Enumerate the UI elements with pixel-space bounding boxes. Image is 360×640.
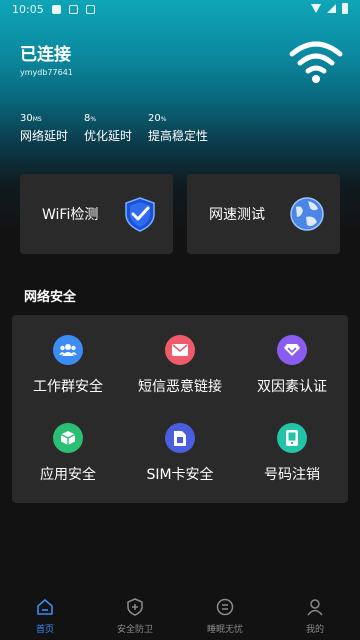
item-label: 应用安全 bbox=[40, 467, 96, 483]
speed-test-card[interactable]: 网速测试 bbox=[187, 174, 340, 254]
wifi-check-card[interactable]: WiFi检测 bbox=[20, 174, 173, 254]
stat-label: 网络延时 bbox=[20, 129, 69, 143]
work-group-security-item[interactable]: 工作群安全 bbox=[12, 335, 124, 396]
item-label: 工作群安全 bbox=[33, 379, 103, 395]
speed-test-label: 网速测试 bbox=[209, 207, 265, 223]
status-time: 10:05 bbox=[12, 2, 44, 16]
stats-row: 30MS 网络延时 8% 优化延时 20% 提高稳定性 bbox=[20, 106, 208, 144]
tab-home[interactable]: 首页 bbox=[0, 590, 90, 640]
stat-value: 30 bbox=[20, 113, 33, 124]
wifi-status-icon bbox=[311, 4, 321, 13]
stat-value: 20 bbox=[148, 113, 161, 124]
globe-icon bbox=[290, 197, 324, 231]
tab-label: 我的 bbox=[305, 625, 324, 635]
tab-sleep[interactable]: 睡眠无忧 bbox=[180, 590, 270, 640]
sim-security-item[interactable]: SIM卡安全 bbox=[124, 423, 236, 484]
app-notification-icon bbox=[51, 4, 61, 14]
connection-status: 已连接 bbox=[20, 45, 71, 65]
connection-user: ymydb77641 bbox=[20, 68, 73, 77]
bottom-tab-bar: 首页 安全防卫 睡眠无忧 我的 bbox=[0, 590, 360, 640]
stat-unit: % bbox=[160, 116, 167, 123]
shield-plus-icon bbox=[127, 598, 143, 616]
item-label: 短信恶意链接 bbox=[138, 379, 222, 395]
item-label: 号码注销 bbox=[264, 467, 320, 483]
home-icon bbox=[37, 599, 53, 615]
tab-security[interactable]: 安全防卫 bbox=[90, 590, 180, 640]
wifi-icon bbox=[289, 41, 343, 83]
two-factor-auth-item[interactable]: 双因素认证 bbox=[236, 335, 348, 396]
status-bar: 10:05 bbox=[0, 0, 360, 18]
phone-icon bbox=[277, 423, 307, 453]
stat-latency: 30MS 网络延时 bbox=[20, 106, 68, 144]
stat-optimize: 8% 优化延时 bbox=[84, 106, 132, 144]
cube-icon bbox=[53, 423, 83, 453]
stat-stability: 20% 提高稳定性 bbox=[148, 106, 208, 144]
sim-icon bbox=[165, 423, 195, 453]
stat-label: 优化延时 bbox=[84, 129, 133, 143]
stat-unit: MS bbox=[32, 116, 42, 123]
shield-check-icon bbox=[125, 197, 155, 232]
diamond-icon bbox=[277, 335, 307, 365]
notification-icon bbox=[68, 4, 78, 14]
number-cancel-item[interactable]: 号码注销 bbox=[236, 423, 348, 484]
group-icon bbox=[53, 335, 83, 365]
mail-icon bbox=[165, 335, 195, 365]
user-icon bbox=[307, 599, 323, 616]
security-panel: 工作群安全 短信恶意链接 双因素认证 应用安全 SIM卡安全 号码注销 bbox=[12, 315, 348, 503]
notification-icon bbox=[85, 4, 95, 14]
tab-label: 睡眠无忧 bbox=[206, 625, 243, 635]
tab-label: 首页 bbox=[35, 625, 54, 635]
item-label: 双因素认证 bbox=[257, 379, 327, 395]
item-label: SIM卡安全 bbox=[146, 467, 214, 483]
wifi-check-label: WiFi检测 bbox=[42, 207, 99, 223]
tab-label: 安全防卫 bbox=[116, 625, 153, 635]
sleep-icon bbox=[216, 598, 234, 616]
section-title: 网络安全 bbox=[24, 290, 77, 305]
tab-mine[interactable]: 我的 bbox=[270, 590, 360, 640]
stat-label: 提高稳定性 bbox=[148, 129, 209, 143]
stat-unit: % bbox=[90, 116, 97, 123]
battery-icon bbox=[342, 3, 348, 14]
sms-malicious-link-item[interactable]: 短信恶意链接 bbox=[124, 335, 236, 396]
signal-icon bbox=[327, 4, 336, 13]
app-security-item[interactable]: 应用安全 bbox=[12, 423, 124, 484]
